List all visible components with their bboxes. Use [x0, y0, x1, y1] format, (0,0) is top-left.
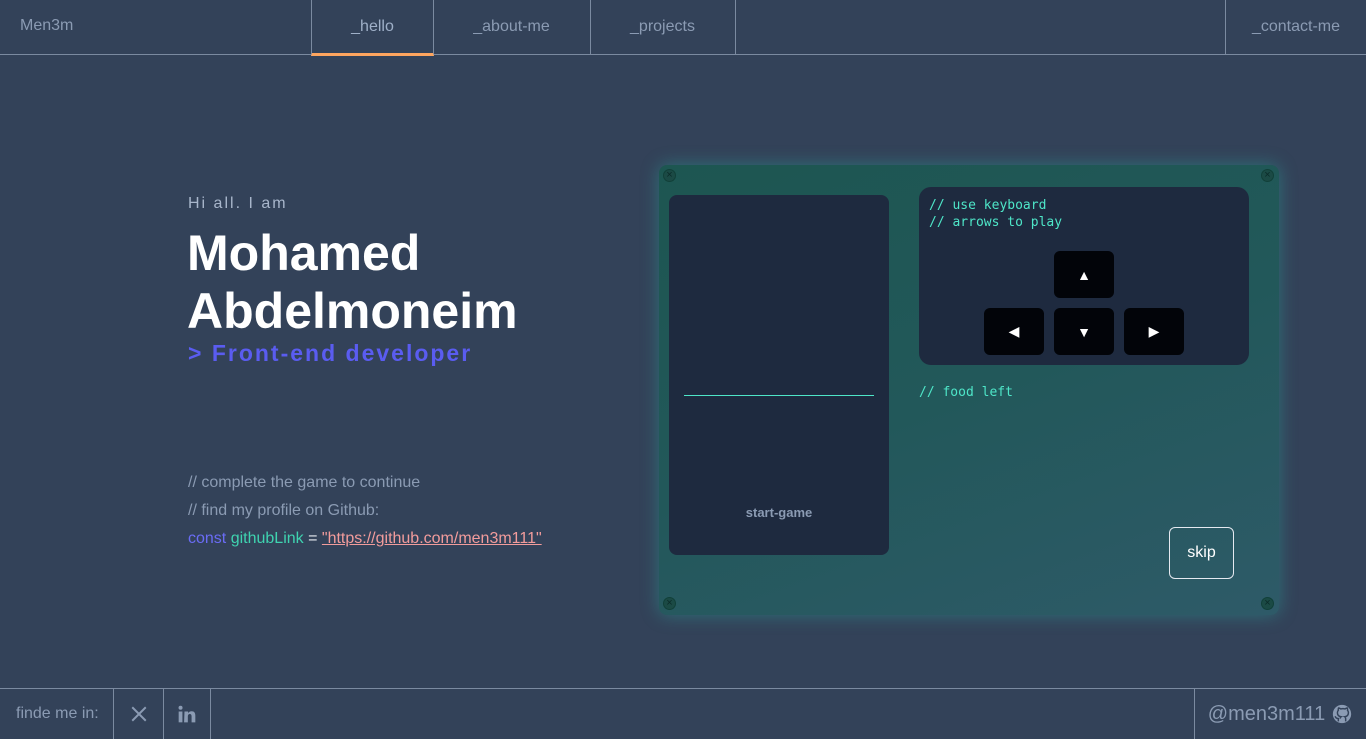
arrow-down-key[interactable]: ▼ — [1054, 308, 1114, 355]
greeting-text: Hi all. I am — [188, 195, 288, 212]
code-variable: githubLink — [230, 530, 304, 547]
screw-icon: × — [663, 597, 676, 610]
github-icon — [1333, 704, 1352, 724]
arrow-right-key[interactable]: ▶ — [1124, 308, 1184, 355]
hint-line: // arrows to play — [929, 215, 1063, 230]
screw-icon: × — [1261, 169, 1274, 182]
controls-panel: // use keyboard // arrows to play ▲ ◀ ▼ … — [919, 187, 1249, 365]
tab-about-me[interactable]: _about-me — [433, 0, 591, 54]
screw-icon: × — [1261, 597, 1274, 610]
screw-icon: × — [663, 169, 676, 182]
code-equals: = — [308, 530, 318, 547]
github-handle: @men3m111 — [1207, 702, 1326, 725]
x-icon — [131, 706, 147, 722]
page-title: Mohamed Abdelmoneim — [187, 224, 518, 340]
code-line: const githubLink = "https://github.com/m… — [188, 530, 542, 548]
skip-button[interactable]: skip — [1169, 527, 1234, 579]
snake-line — [684, 395, 874, 396]
arrow-left-key[interactable]: ◀ — [984, 308, 1044, 355]
tab-contact-me[interactable]: _contact-me — [1225, 0, 1366, 54]
food-left-label: // food left — [919, 385, 1013, 400]
arrow-down-icon: ▼ — [1077, 323, 1091, 340]
tab-projects[interactable]: _projects — [590, 0, 736, 54]
arrow-right-icon: ▶ — [1148, 323, 1160, 339]
x-link[interactable] — [113, 689, 164, 739]
linkedin-link[interactable] — [163, 689, 211, 739]
find-me-label: finde me in: — [16, 705, 99, 722]
tab-hello[interactable]: _hello — [311, 0, 434, 56]
linkedin-icon — [178, 705, 196, 723]
comment-github: // find my profile on Github: — [188, 502, 380, 519]
arrow-left-icon: ◀ — [1008, 323, 1020, 339]
code-keyword: const — [188, 530, 227, 547]
comment-game: // complete the game to continue — [188, 474, 421, 491]
snake-game-panel: × × × × start-game // use keyboard // ar… — [659, 165, 1279, 615]
name-line-last: Abdelmoneim — [187, 283, 518, 339]
controls-hint: // use keyboard // arrows to play — [929, 197, 1062, 231]
game-screen[interactable]: start-game — [669, 195, 889, 555]
start-game-button[interactable]: start-game — [669, 505, 889, 520]
top-nav: Men3m _hello _about-me _projects _contac… — [0, 0, 1366, 56]
arrow-up-icon: ▲ — [1077, 266, 1091, 283]
github-profile-link[interactable]: @men3m111 — [1194, 689, 1366, 739]
role-subtitle: > Front-end developer — [188, 340, 473, 366]
name-line-first: Mohamed — [187, 225, 421, 281]
arrow-up-key[interactable]: ▲ — [1054, 251, 1114, 298]
brand-name[interactable]: Men3m — [20, 17, 73, 35]
github-link[interactable]: "https://github.com/men3m111" — [322, 530, 542, 547]
footer: finde me in: @men3m111 — [0, 688, 1366, 739]
hint-line: // use keyboard — [929, 198, 1047, 213]
